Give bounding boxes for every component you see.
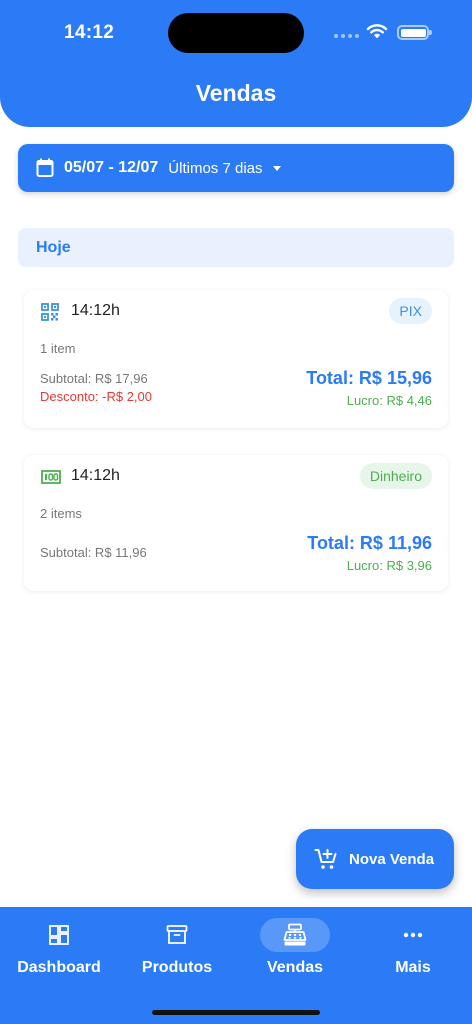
cash-register-icon [283, 923, 307, 946]
payment-method-badge: Dinheiro [359, 463, 432, 489]
sales-screen: 14:12 Vendas 05/07 - 12/07 Últimos 7 dia… [0, 0, 472, 1024]
nav-item-mais[interactable]: Mais [354, 907, 472, 997]
nav-label: Produtos [141, 959, 213, 976]
sale-item-count: 2 items [40, 506, 82, 521]
archive-box-icon [166, 925, 188, 944]
page-title: Vendas [195, 80, 277, 106]
more-dots-icon [403, 932, 423, 938]
sale-profit: Lucro: R$ 3,96 [346, 558, 432, 573]
date-range-selector[interactable]: 05/07 - 12/07 Últimos 7 dias [18, 144, 454, 192]
battery-icon [397, 25, 432, 40]
qr-code-icon [41, 303, 59, 321]
cash-icon [41, 470, 61, 484]
sale-total: Total: R$ 11,96 [307, 533, 432, 553]
sale-time: 14:12h [71, 467, 120, 484]
nav-item-vendas[interactable]: Vendas [236, 907, 354, 997]
cellular-signal-icon [334, 34, 359, 38]
calendar-icon [36, 158, 54, 177]
sale-card[interactable]: 14:12h Dinheiro 2 items Subtotal: R$ 11,… [24, 455, 448, 591]
sale-discount: Desconto: -R$ 2,00 [40, 389, 153, 404]
new-sale-label: Nova Venda [349, 850, 435, 868]
sale-profit: Lucro: R$ 4,46 [346, 393, 432, 408]
sale-total: Total: R$ 15,96 [306, 368, 432, 388]
home-indicator [152, 1010, 320, 1015]
date-range-preset: Últimos 7 dias [168, 159, 263, 177]
app-header: 14:12 Vendas [0, 0, 472, 127]
sale-time: 14:12h [71, 302, 120, 319]
sale-item-count: 1 item [40, 341, 76, 356]
bottom-navigation: Dashboard Produtos Vendas Mais [0, 907, 472, 1024]
sale-card[interactable]: 14:12h PIX 1 item Subtotal: R$ 17,96 Des… [24, 290, 448, 428]
nav-label: Dashboard [17, 959, 101, 976]
wifi-icon [366, 24, 388, 39]
section-header-today: Hoje [18, 228, 454, 267]
payment-method-badge: PIX [389, 298, 432, 324]
nav-item-produtos[interactable]: Produtos [118, 907, 236, 997]
sale-subtotal: Subtotal: R$ 11,96 [40, 545, 147, 560]
new-sale-button[interactable]: Nova Venda [296, 829, 454, 889]
status-time: 14:12 [64, 22, 115, 43]
dropdown-caret-icon [272, 165, 281, 171]
nav-label: Mais [395, 959, 431, 976]
dynamic-island [168, 13, 304, 53]
sale-subtotal: Subtotal: R$ 17,96 [40, 371, 148, 386]
add-to-cart-icon [314, 849, 337, 869]
nav-label: Vendas [266, 959, 324, 976]
section-label: Hoje [36, 238, 71, 256]
dashboard-icon [49, 925, 69, 945]
nav-item-dashboard[interactable]: Dashboard [0, 907, 118, 997]
date-range-value: 05/07 - 12/07 [64, 159, 159, 176]
